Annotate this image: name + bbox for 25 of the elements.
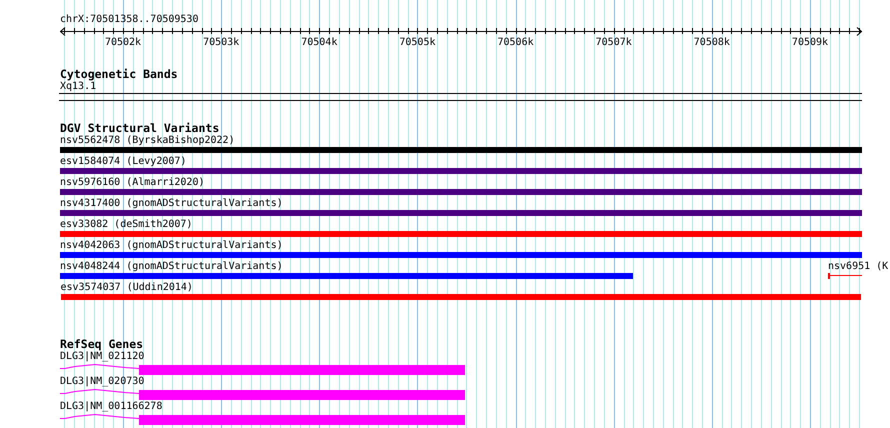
variant-label: nsv4042063 (gnomADStructuralVariants) (60, 240, 283, 252)
variant-label: nsv6951 (K: (828, 261, 890, 273)
variant-label: esv1584074 (Levy2007) (60, 156, 186, 168)
track-title: DGV Structural Variants (60, 122, 220, 135)
gene-label: DLG3|NM_001166278 (60, 401, 162, 413)
gene-label: DLG3|NM_021120 (60, 351, 144, 363)
track-title: RefSeq Genes (60, 338, 144, 351)
variant-label: nsv5562478 (ByrskaBishop2022) (60, 135, 235, 147)
tick-label: 70504k (301, 37, 338, 48)
tick-label: 70509k (792, 37, 828, 48)
variant-label: esv33082 (deSmith2007) (60, 219, 192, 231)
track-title: Cytogenetic Bands (60, 68, 178, 81)
variant-label: esv3574037 (Uddin2014) (60, 282, 193, 294)
variant-label: nsv4317400 (gnomADStructuralVariants) (60, 198, 283, 210)
variant-label: nsv4048244 (gnomADStructuralVariants) (60, 261, 283, 273)
tick-label: 70505k (399, 37, 436, 48)
location-label: chrX:70501358..70509530 (60, 14, 198, 26)
gene-label: DLG3|NM_020730 (60, 376, 144, 388)
tick-label: 70506k (498, 37, 534, 48)
variant-label: nsv5976160 (Almarri2020) (60, 177, 204, 189)
tick-label: 70503k (203, 37, 240, 48)
band-label: Xq13.1 (60, 81, 96, 93)
tick-label: 70507k (596, 37, 632, 48)
tick-label: 70502k (104, 37, 142, 48)
tick-label: 70508k (694, 37, 730, 48)
